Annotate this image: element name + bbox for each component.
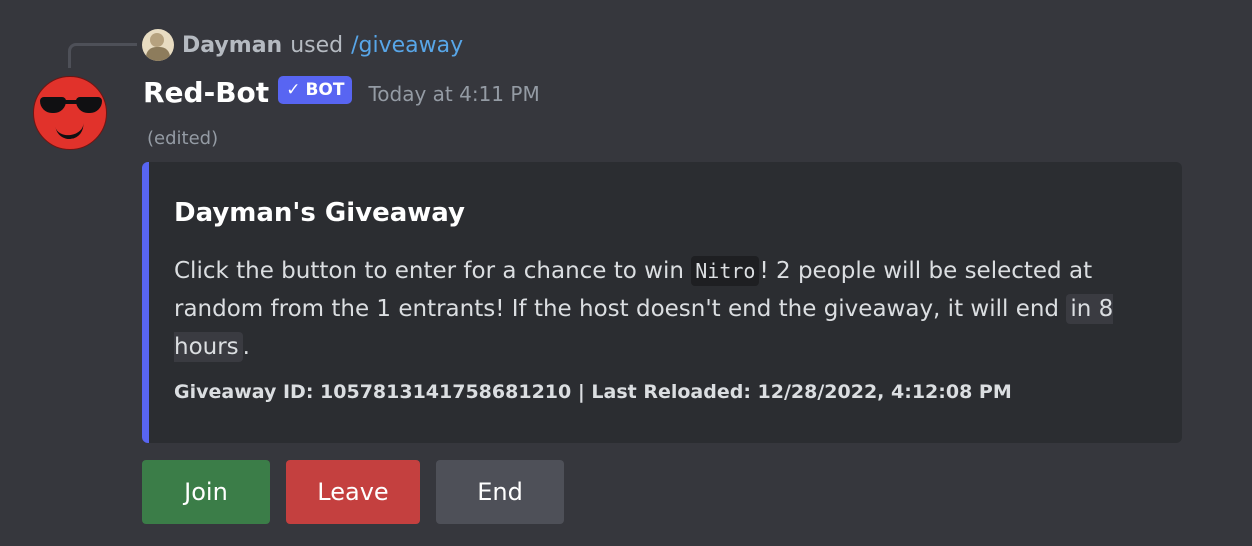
end-button[interactable]: End (436, 460, 564, 524)
reply-used-text: used (290, 32, 344, 58)
message-timestamp[interactable]: Today at 4:11 PM (368, 82, 539, 106)
message-header: Red-Bot ✓ BOT Today at 4:11 PM (143, 72, 540, 112)
reply-user-avatar[interactable] (142, 29, 174, 61)
giveaway-embed: Dayman's Giveaway Click the button to en… (142, 162, 1182, 443)
sunglasses-icon (40, 97, 102, 113)
reply-reference[interactable]: Dayman used /giveaway (142, 29, 463, 61)
smile-icon (54, 119, 86, 141)
desc-part-1: Click the button to enter for a chance t… (174, 258, 692, 284)
author-name[interactable]: Red-Bot (143, 76, 269, 109)
bot-avatar[interactable] (33, 76, 107, 150)
bot-badge: ✓ BOT (278, 76, 353, 104)
edited-label: (edited) (147, 128, 219, 149)
join-button[interactable]: Join (142, 460, 270, 524)
bot-badge-label: BOT (305, 80, 345, 100)
reply-connector (68, 43, 137, 68)
embed-description: Click the button to enter for a chance t… (174, 252, 1144, 366)
reply-username[interactable]: Dayman (182, 33, 282, 58)
embed-title: Dayman's Giveaway (174, 198, 466, 228)
embed-footer: Giveaway ID: 1057813141758681210 | Last … (174, 381, 1012, 403)
reply-command[interactable]: /giveaway (351, 33, 463, 58)
leave-button[interactable]: Leave (286, 460, 420, 524)
checkmark-icon: ✓ (286, 80, 301, 100)
desc-part-3: . (242, 334, 250, 360)
prize-code: Nitro (691, 256, 760, 286)
